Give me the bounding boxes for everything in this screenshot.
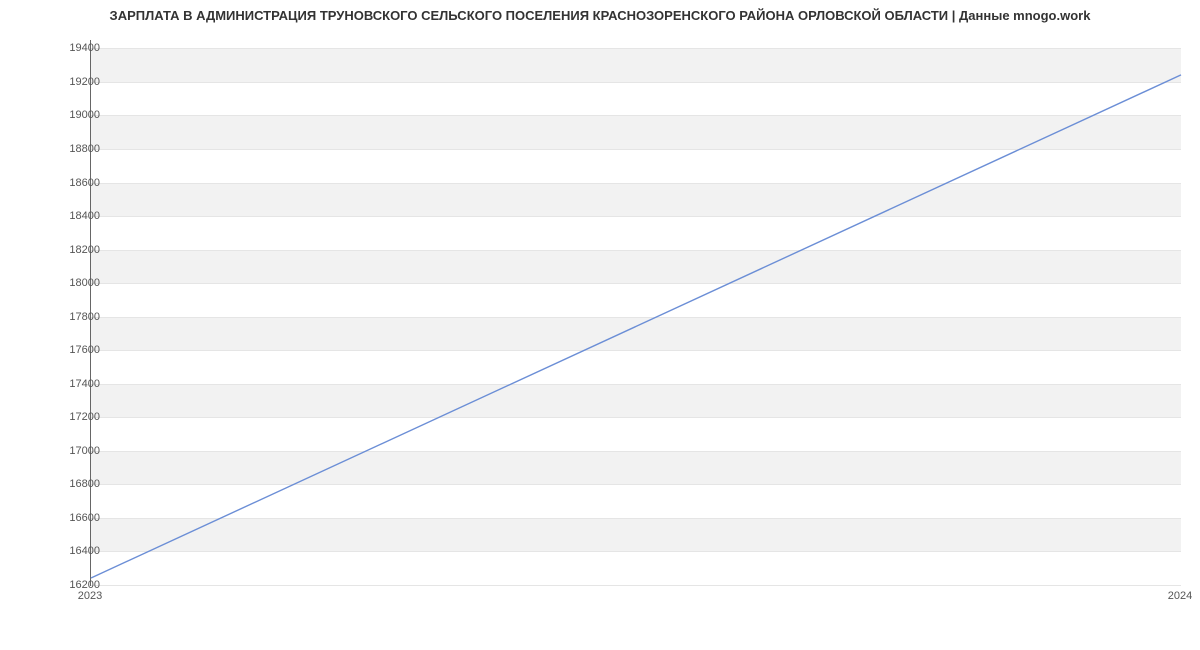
plot-area bbox=[90, 40, 1181, 586]
y-tick-label: 18200 bbox=[50, 244, 100, 256]
y-tick-label: 19000 bbox=[50, 109, 100, 121]
y-tick-label: 17200 bbox=[50, 411, 100, 423]
y-tick-label: 19200 bbox=[50, 76, 100, 88]
y-tick-label: 18000 bbox=[50, 277, 100, 289]
x-tick-label: 2023 bbox=[78, 590, 102, 602]
y-tick-label: 19400 bbox=[50, 42, 100, 54]
line-chart: ЗАРПЛАТА В АДМИНИСТРАЦИЯ ТРУНОВСКОГО СЕЛ… bbox=[0, 0, 1200, 620]
y-tick-label: 18800 bbox=[50, 143, 100, 155]
y-tick-label: 17800 bbox=[50, 311, 100, 323]
y-tick-label: 17600 bbox=[50, 344, 100, 356]
y-tick-label: 16800 bbox=[50, 478, 100, 490]
x-tick-label: 2024 bbox=[1168, 590, 1192, 602]
y-tick-label: 18400 bbox=[50, 210, 100, 222]
y-tick-label: 18600 bbox=[50, 177, 100, 189]
chart-title: ЗАРПЛАТА В АДМИНИСТРАЦИЯ ТРУНОВСКОГО СЕЛ… bbox=[0, 8, 1200, 23]
y-tick-label: 17400 bbox=[50, 378, 100, 390]
data-line bbox=[91, 40, 1181, 585]
y-tick-label: 16400 bbox=[50, 545, 100, 557]
y-tick-label: 16600 bbox=[50, 512, 100, 524]
y-tick-label: 17000 bbox=[50, 445, 100, 457]
